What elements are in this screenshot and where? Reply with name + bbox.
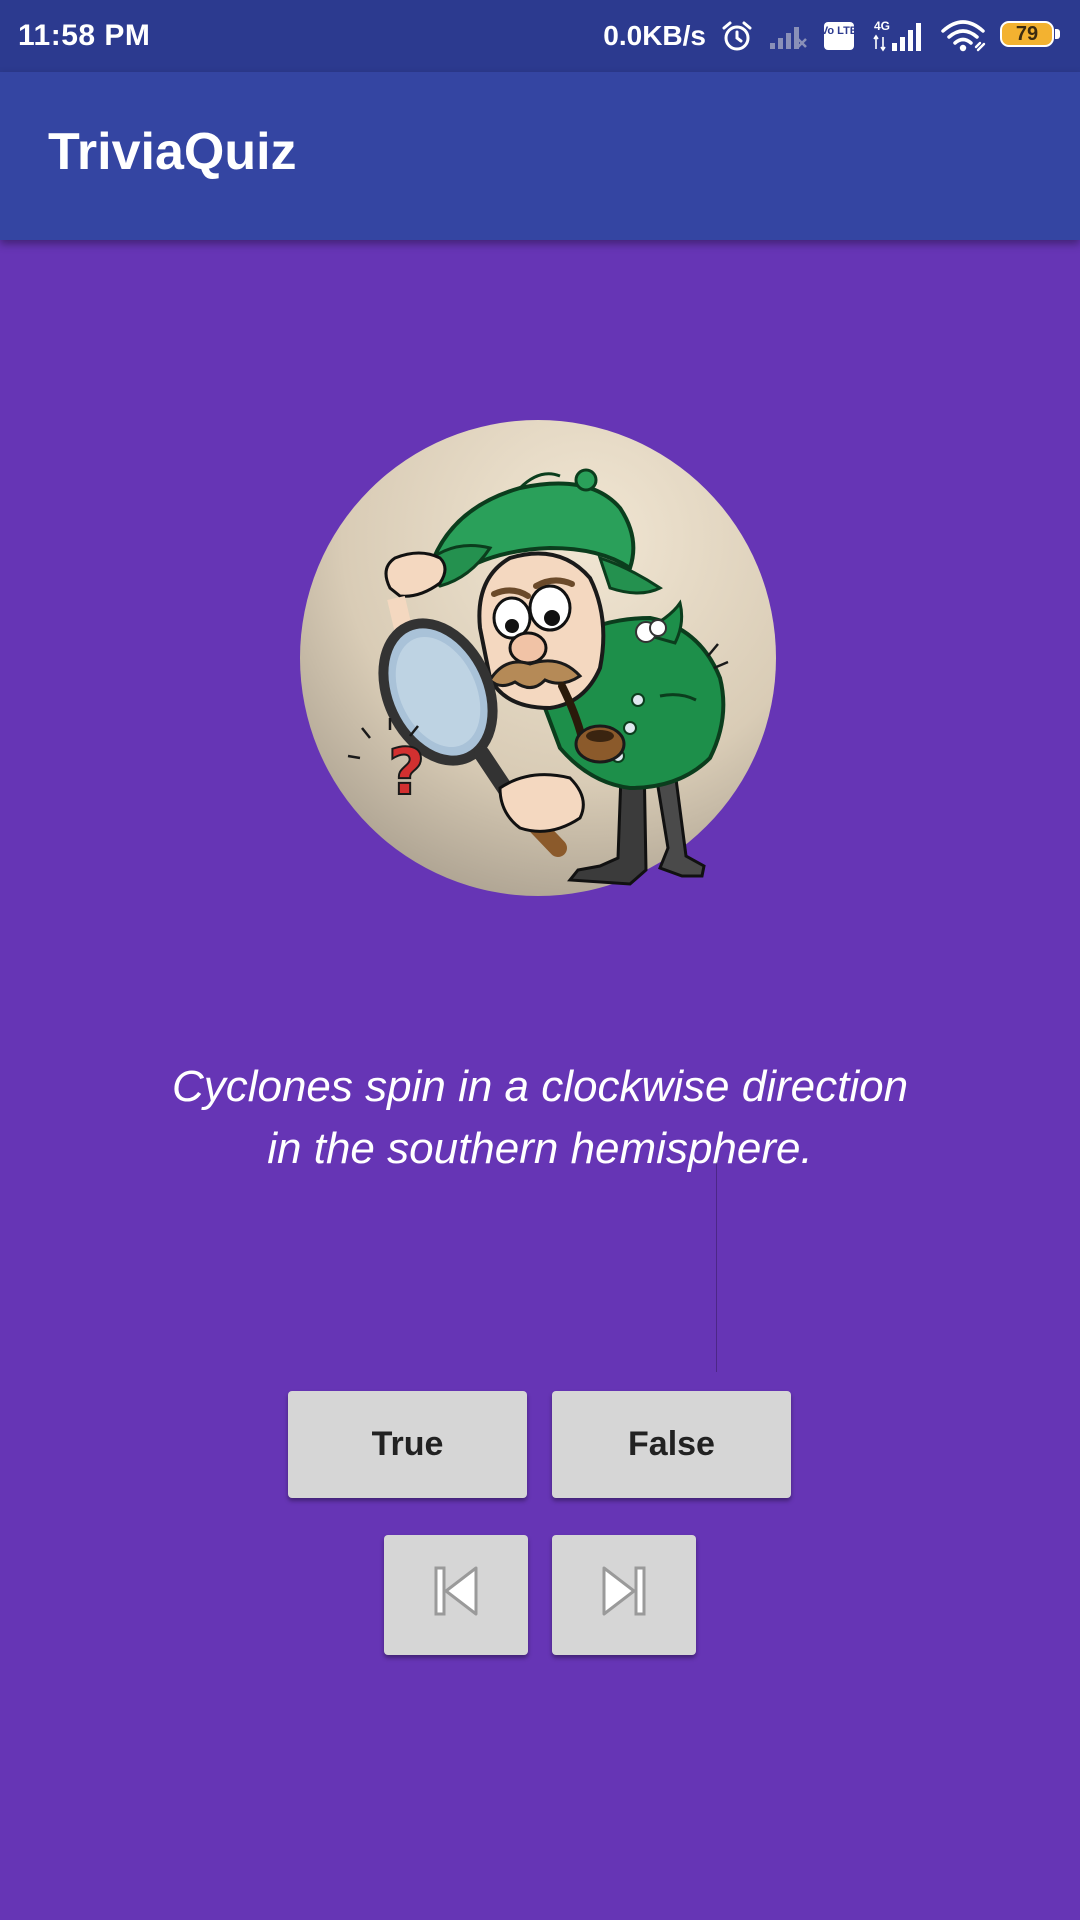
false-button[interactable]: False bbox=[552, 1391, 791, 1498]
volte-icon: Vo LTE bbox=[822, 20, 856, 52]
network-speed: 0.0KB/s bbox=[603, 20, 706, 51]
app-title: TriviaQuiz bbox=[48, 123, 297, 181]
detective-illustration: ? bbox=[300, 418, 780, 898]
question-line-1: Cyclones spin in a clockwise direction bbox=[171, 1062, 909, 1111]
wifi-icon bbox=[940, 19, 986, 53]
alarm-icon bbox=[720, 19, 754, 53]
previous-question-button[interactable] bbox=[384, 1535, 528, 1655]
signal-4g-icon: 4G bbox=[870, 19, 926, 53]
skip-next-icon bbox=[600, 1564, 648, 1627]
status-time: 11:58 PM bbox=[18, 19, 151, 52]
true-button[interactable]: True bbox=[288, 1391, 527, 1498]
battery-level: 79 bbox=[1015, 23, 1039, 45]
next-question-button[interactable] bbox=[552, 1535, 696, 1655]
divider-line bbox=[716, 1162, 717, 1372]
skip-previous-icon bbox=[432, 1564, 480, 1627]
status-bar: 11:58 PM 0.0KB/s Vo LTE 4G 79 bbox=[0, 0, 1080, 72]
question-line-2: in the southern hemisphere. bbox=[267, 1124, 813, 1173]
signal-weak-icon bbox=[768, 21, 808, 51]
volte-label: Vo LTE bbox=[822, 25, 856, 37]
svg-text:?: ? bbox=[388, 736, 425, 810]
app-bar: TriviaQuiz bbox=[0, 72, 1080, 240]
status-icons: 0.0KB/s Vo LTE 4G 79 bbox=[603, 19, 1062, 53]
battery-icon: 79 bbox=[1000, 21, 1062, 51]
question-text: Cyclones spin in a clockwise direction i… bbox=[90, 1056, 990, 1180]
network-type-label: 4G bbox=[874, 19, 890, 33]
